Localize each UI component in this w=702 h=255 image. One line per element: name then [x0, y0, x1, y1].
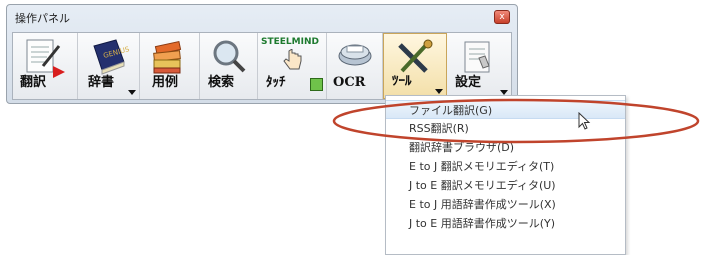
menu-item-je-glossary-tool[interactable]: J to E 用語辞書作成ツール(Y): [386, 214, 625, 233]
operation-panel-window: 操作パネル x 翻訳 GENIUS 辞書 用例 検索 STEELMIND ﾀｯﾁ…: [6, 4, 518, 104]
search-button[interactable]: 検索: [200, 33, 258, 99]
menu-item-ej-memory-editor[interactable]: E to J 翻訳メモリエディタ(T): [386, 157, 625, 176]
menu-item-je-memory-editor[interactable]: J to E 翻訳メモリエディタ(U): [386, 176, 625, 195]
touch-button[interactable]: STEELMIND ﾀｯﾁ: [258, 33, 327, 99]
ocr-label: OCR: [333, 75, 366, 90]
example-button[interactable]: 用例: [140, 33, 200, 99]
tool-button[interactable]: ﾂｰﾙ: [383, 33, 447, 99]
title-bar[interactable]: 操作パネル x: [7, 5, 517, 29]
tool-label: ﾂｰﾙ: [392, 74, 412, 89]
toolbar: 翻訳 GENIUS 辞書 用例 検索 STEELMIND ﾀｯﾁ OCR ﾂｰﾙ…: [12, 32, 512, 100]
dictionary-button[interactable]: GENIUS 辞書: [78, 33, 140, 99]
green-badge-icon: [310, 78, 323, 91]
menu-item-ej-glossary-tool[interactable]: E to J 用語辞書作成ツール(X): [386, 195, 625, 214]
example-label: 用例: [152, 75, 179, 90]
window-title: 操作パネル: [15, 12, 70, 25]
settings-label: 設定: [455, 75, 482, 90]
steelmind-logo: STEELMIND: [261, 37, 319, 47]
search-label: 検索: [208, 75, 235, 90]
translate-label: 翻訳: [20, 75, 47, 90]
close-button[interactable]: x: [494, 10, 510, 24]
ocr-button[interactable]: OCR: [327, 33, 383, 99]
settings-button[interactable]: 設定: [447, 33, 511, 99]
mouse-cursor-icon: [578, 112, 591, 130]
touch-label: ﾀｯﾁ: [266, 75, 286, 90]
scanner-icon: [338, 44, 372, 66]
translate-button[interactable]: 翻訳: [13, 33, 78, 99]
menu-item-dictionary-browser[interactable]: 翻訳辞書ブラウザ(D): [386, 138, 625, 157]
dictionary-label: 辞書: [88, 75, 115, 90]
chevron-down-icon[interactable]: [128, 90, 136, 95]
chevron-down-icon[interactable]: [435, 89, 443, 94]
hand-pointer-icon: [283, 49, 302, 70]
